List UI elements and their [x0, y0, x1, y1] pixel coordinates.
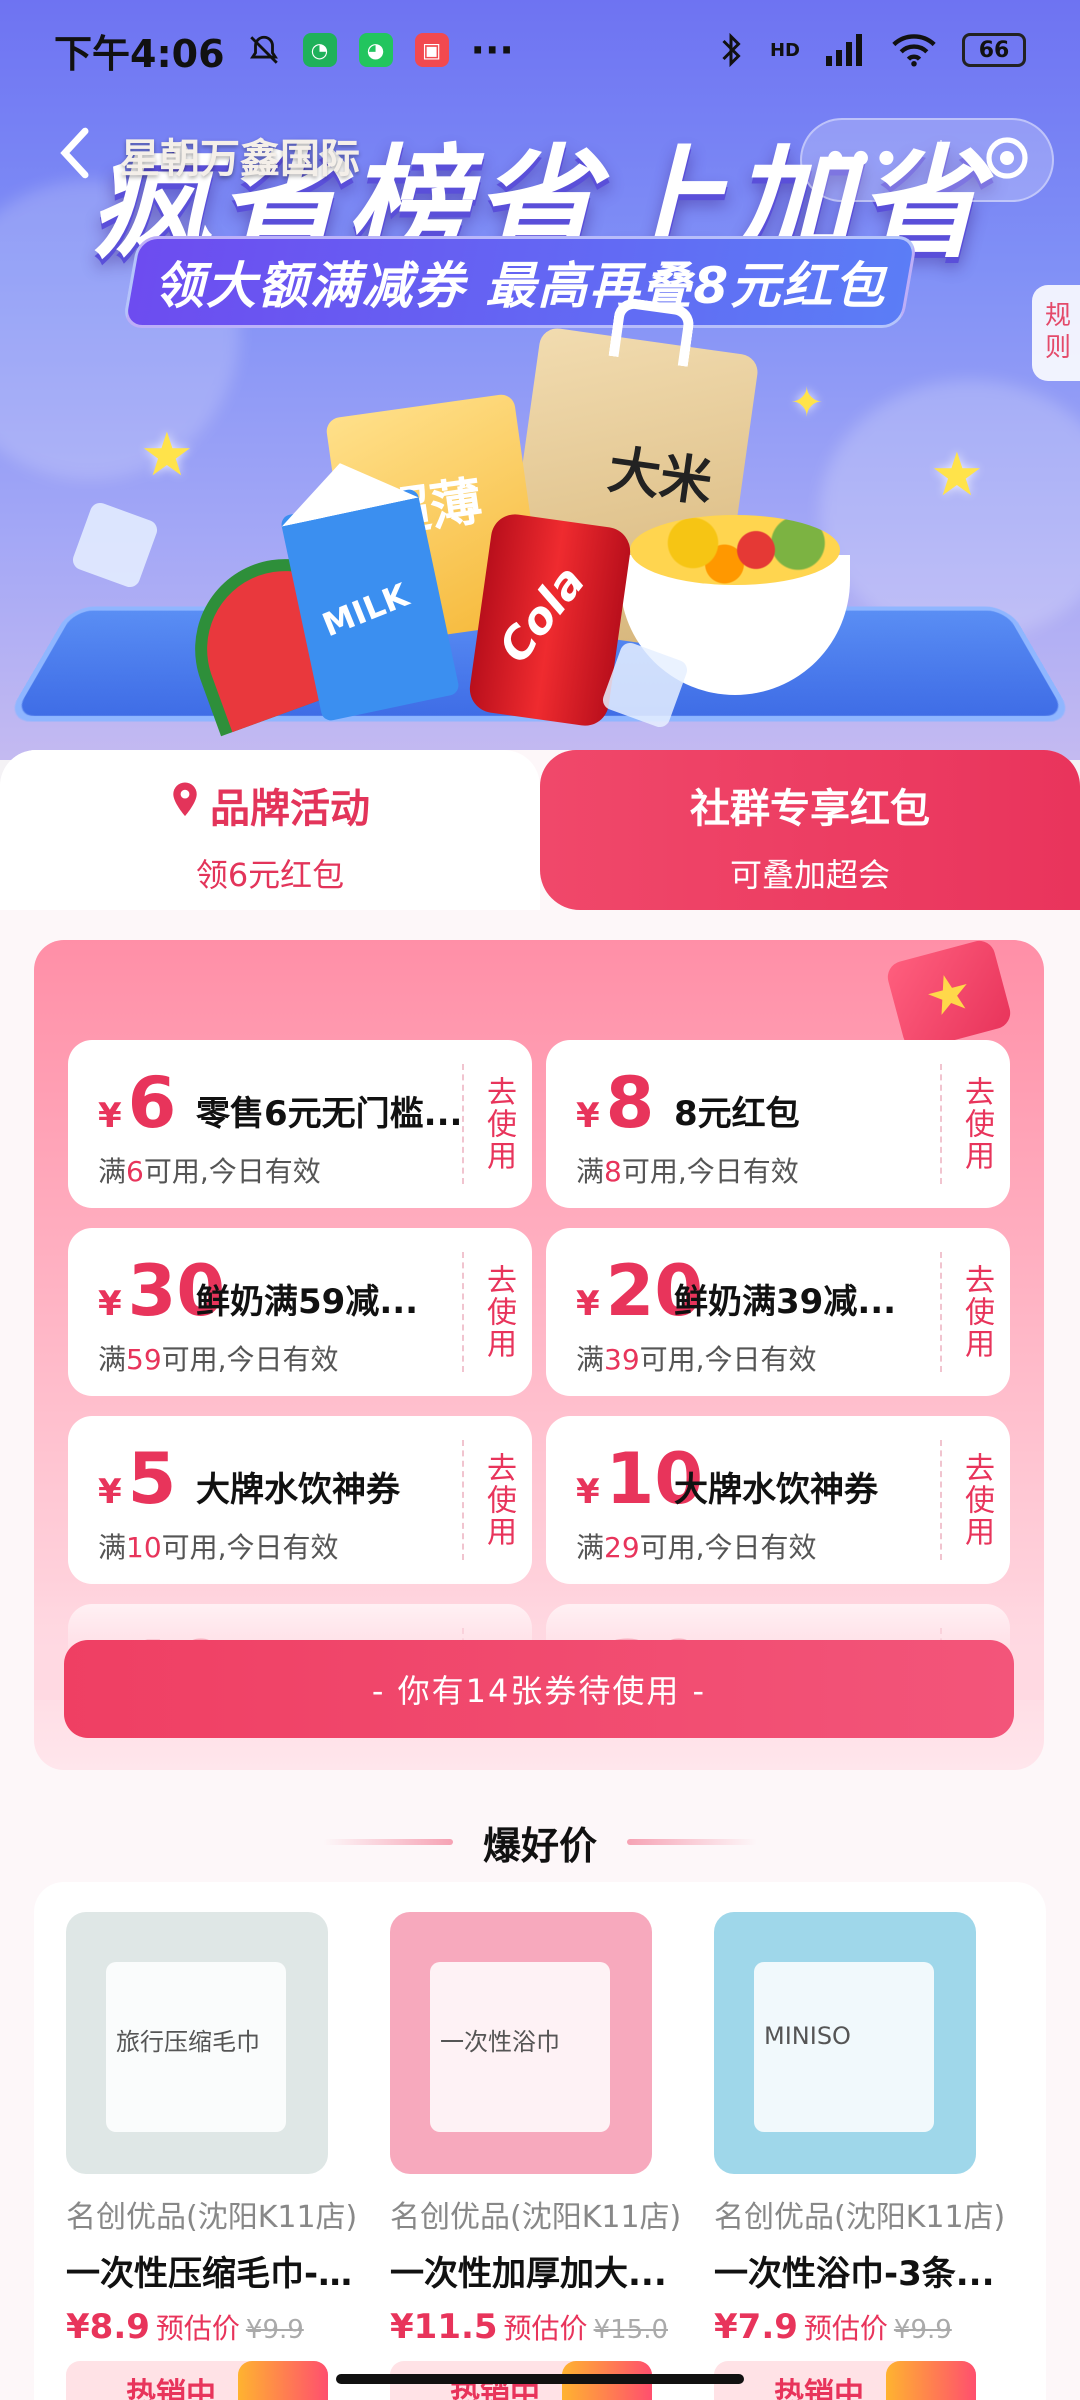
status-time: 下午4:06: [54, 23, 225, 78]
wifi-icon: [892, 33, 936, 67]
coupon-amount: ¥8: [576, 1068, 654, 1138]
coupon-card[interactable]: ¥8 8元红包满8可用,今日有效 去使用: [546, 1040, 1010, 1208]
use-coupon-button[interactable]: 去使用: [940, 1064, 1010, 1184]
app-notification-icon: ▣: [415, 33, 449, 67]
battery-indicator: 66: [962, 33, 1026, 67]
mute-bell-icon: [247, 33, 281, 67]
tab-title: 社群专享红包: [690, 776, 930, 834]
use-coupon-button[interactable]: 去使用: [462, 1440, 532, 1560]
rules-button[interactable]: 规则: [1032, 285, 1080, 381]
coupon-card[interactable]: ¥6 零售6元无门槛... 满6可用,今日有效 去使用: [68, 1040, 532, 1208]
chat-app-icon: ◔: [303, 33, 337, 67]
product-title: 一次性压缩毛巾-...: [66, 2246, 356, 2295]
bluetooth-icon: [718, 32, 744, 68]
section-title: 爆好价: [483, 1815, 597, 1870]
star-icon: ★: [930, 440, 984, 510]
coupon-condition: 满6可用,今日有效: [98, 1150, 321, 1190]
close-program-icon[interactable]: [983, 134, 1031, 186]
coupon-card[interactable]: ¥5 大牌水饮神券满10可用,今日有效 去使用: [68, 1416, 532, 1584]
coupon-condition: 满39可用,今日有效: [576, 1338, 817, 1378]
coupon-amount: ¥6: [98, 1068, 176, 1138]
activity-tabs: 社群专享红包 可叠加超会 品牌活动 领6元红包: [0, 750, 1080, 910]
product-image[interactable]: 旅行压缩毛巾: [66, 1912, 328, 2174]
use-coupon-button[interactable]: 去使用: [462, 1252, 532, 1372]
nav-bar: 疯省榜省上加省 星朝万鑫国际 •••: [0, 100, 1080, 210]
tab-brand-activity[interactable]: 品牌活动 领6元红包: [0, 750, 540, 910]
store-name: 星朝万鑫国际: [120, 126, 360, 184]
mini-program-capsule: •••: [800, 118, 1054, 202]
status-bar: 下午4:06 ◔ ◕ ▣ ··· HD 66: [0, 0, 1080, 100]
coupon-name: 大牌水饮神券: [196, 1462, 466, 1511]
coupon-condition: 满8可用,今日有效: [576, 1150, 799, 1190]
signal-icon: [826, 34, 866, 66]
coupon-name: 大牌水饮神券: [674, 1462, 944, 1511]
product-title: 一次性浴巾-3条...: [714, 2246, 1004, 2295]
section-header: 爆好价: [0, 1802, 1080, 1882]
tab-community-redpacket[interactable]: 社群专享红包 可叠加超会: [540, 750, 1080, 910]
sparkle-icon: ✦: [790, 380, 824, 426]
coupon-panel: ★ ¥6 零售6元无门槛... 满6可用,今日有效 去使用 ¥8 8元红包 满8可用,今日有…: [34, 940, 1044, 1770]
product-store: 名创优品(沈阳K11店): [714, 2192, 1014, 2236]
product-image[interactable]: 一次性浴巾: [390, 1912, 652, 2174]
coupon-card[interactable]: ¥20 鲜奶满39减... 满39可用,今日有效 去使用: [546, 1228, 1010, 1396]
hero-subtitle: 领大额满减券 最高再叠8元红包: [122, 236, 918, 328]
coupon-amount: ¥5: [98, 1444, 176, 1514]
coupon-name: 零售6元无门槛...: [196, 1086, 466, 1135]
gift-star-icon: ★: [884, 940, 1014, 1053]
hero-banner: 下午4:06 ◔ ◕ ▣ ··· HD 66 疯省榜省上加省 星朝万鑫国际 ••…: [0, 0, 1080, 760]
use-coupon-button[interactable]: 去使用: [940, 1440, 1010, 1560]
use-coupon-button[interactable]: 去使用: [462, 1064, 532, 1184]
location-pin-icon: [170, 781, 200, 829]
coupon-condition: 满10可用,今日有效: [98, 1526, 339, 1566]
back-button[interactable]: [40, 118, 110, 188]
pending-coupons-button[interactable]: - 你有14张券待使用 -: [64, 1640, 1014, 1738]
product-price: ¥8.9 预估价 ¥9.9: [66, 2307, 366, 2347]
network-type-label: HD: [770, 40, 800, 61]
deals-list: 旅行压缩毛巾名创优品(沈阳K11店) 一次性压缩毛巾-... ¥8.9 预估价 ¥9.9…: [34, 1882, 1046, 2400]
product-card[interactable]: 旅行压缩毛巾名创优品(沈阳K11店) 一次性压缩毛巾-... ¥8.9 预估价 ¥9.9…: [66, 1912, 366, 2400]
use-coupon-button[interactable]: 去使用: [940, 1252, 1010, 1372]
coupon-name: 8元红包: [674, 1086, 944, 1135]
coupon-name: 鲜奶满59减...: [196, 1274, 466, 1323]
hot-sale-badge[interactable]: 热销中: [66, 2361, 328, 2400]
wechat-icon: ◕: [359, 33, 393, 67]
product-card[interactable]: 一次性浴巾名创优品(沈阳K11店) 一次性加厚加大... ¥11.5 预估价 ¥15.0…: [390, 1912, 690, 2400]
coupon-name: 鲜奶满39减...: [674, 1274, 944, 1323]
home-indicator[interactable]: [336, 2374, 744, 2384]
main-content: 社群专享红包 可叠加超会 品牌活动 领6元红包 ★ ¥6 零售6元无门槛... 满6…: [0, 750, 1080, 2400]
product-price: ¥11.5 预估价 ¥15.0: [390, 2307, 690, 2347]
ice-cube-image: [70, 500, 160, 590]
coupon-card[interactable]: ¥10 大牌水饮神券 满29可用,今日有效 去使用: [546, 1416, 1010, 1584]
product-image[interactable]: MINISO: [714, 1912, 976, 2174]
product-store: 名创优品(沈阳K11店): [390, 2192, 690, 2236]
product-store: 名创优品(沈阳K11店): [66, 2192, 366, 2236]
product-card[interactable]: MINISO 名创优品(沈阳K11店) 一次性浴巾-3条... ¥7.9 预估价 ¥9.9…: [714, 1912, 1014, 2400]
hot-sale-badge[interactable]: 热销中: [714, 2361, 976, 2400]
product-title: 一次性加厚加大...: [390, 2246, 680, 2295]
star-icon: ★: [140, 420, 194, 490]
tab-subtitle: 领6元红包: [0, 850, 540, 896]
more-notifications-icon: ···: [471, 28, 514, 72]
more-menu-icon[interactable]: •••: [823, 137, 900, 183]
coupon-condition: 满59可用,今日有效: [98, 1338, 339, 1378]
coupon-card[interactable]: ¥30 鲜奶满59减... 满59可用,今日有效 去使用: [68, 1228, 532, 1396]
tab-subtitle: 可叠加超会: [540, 850, 1080, 896]
coupon-condition: 满29可用,今日有效: [576, 1526, 817, 1566]
tab-title: 品牌活动: [210, 776, 370, 834]
product-price: ¥7.9 预估价 ¥9.9: [714, 2307, 1014, 2347]
